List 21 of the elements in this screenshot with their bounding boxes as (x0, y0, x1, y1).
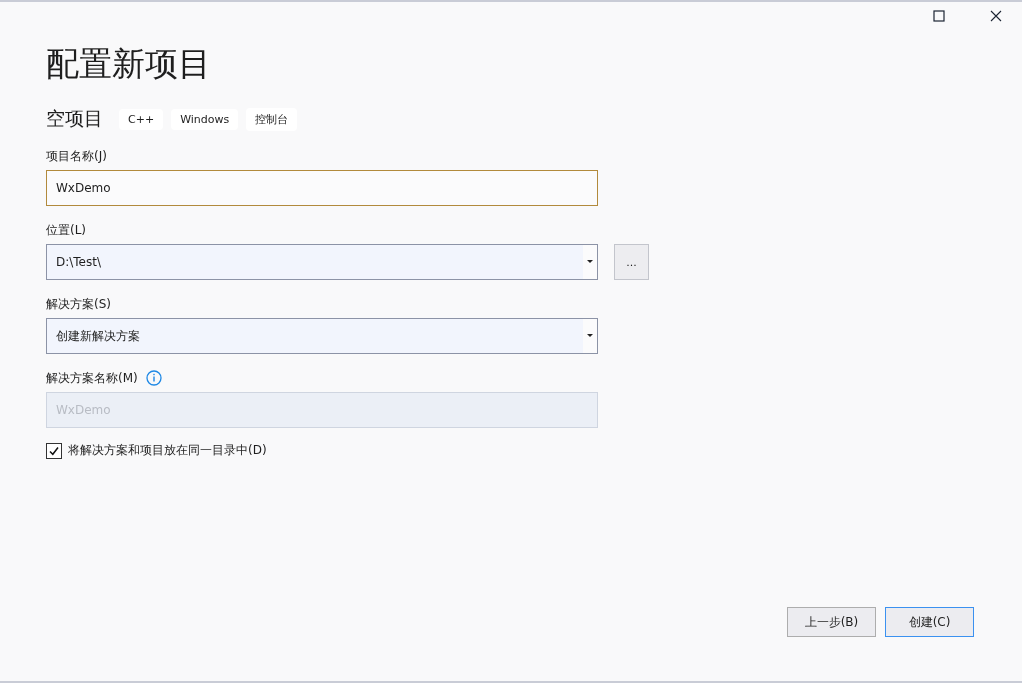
create-button[interactable]: 创建(C) (885, 607, 974, 637)
back-button[interactable]: 上一步(B) (787, 607, 876, 637)
dropdown-caret-icon (583, 245, 597, 279)
dropdown-field[interactable]: D:\Test\ (46, 244, 598, 280)
browse-button[interactable]: ... (614, 244, 649, 280)
field-label: 位置(L) (46, 221, 87, 239)
dropdown-field[interactable]: 创建新解决方案 (46, 318, 598, 354)
template-tag: Windows (171, 108, 239, 130)
template-name: 空项目 (46, 106, 103, 131)
checkbox[interactable] (46, 442, 62, 459)
checkbox-label: 将解决方案和项目放在同一目录中(D) (68, 442, 267, 459)
window-title: 配置新项目 (46, 43, 212, 85)
field-label: 解决方案名称(M) (46, 369, 138, 387)
field-label: 解决方案(S) (46, 295, 111, 313)
template-tag: C++ (119, 108, 164, 130)
dropdown-caret-icon (583, 319, 597, 353)
input-field[interactable]: WxDemo (46, 170, 598, 206)
template-tag: 控制台 (246, 107, 298, 131)
field-label: 项目名称(J) (46, 147, 107, 165)
maximize-icon[interactable] (933, 10, 945, 22)
close-icon[interactable] (990, 10, 1002, 22)
